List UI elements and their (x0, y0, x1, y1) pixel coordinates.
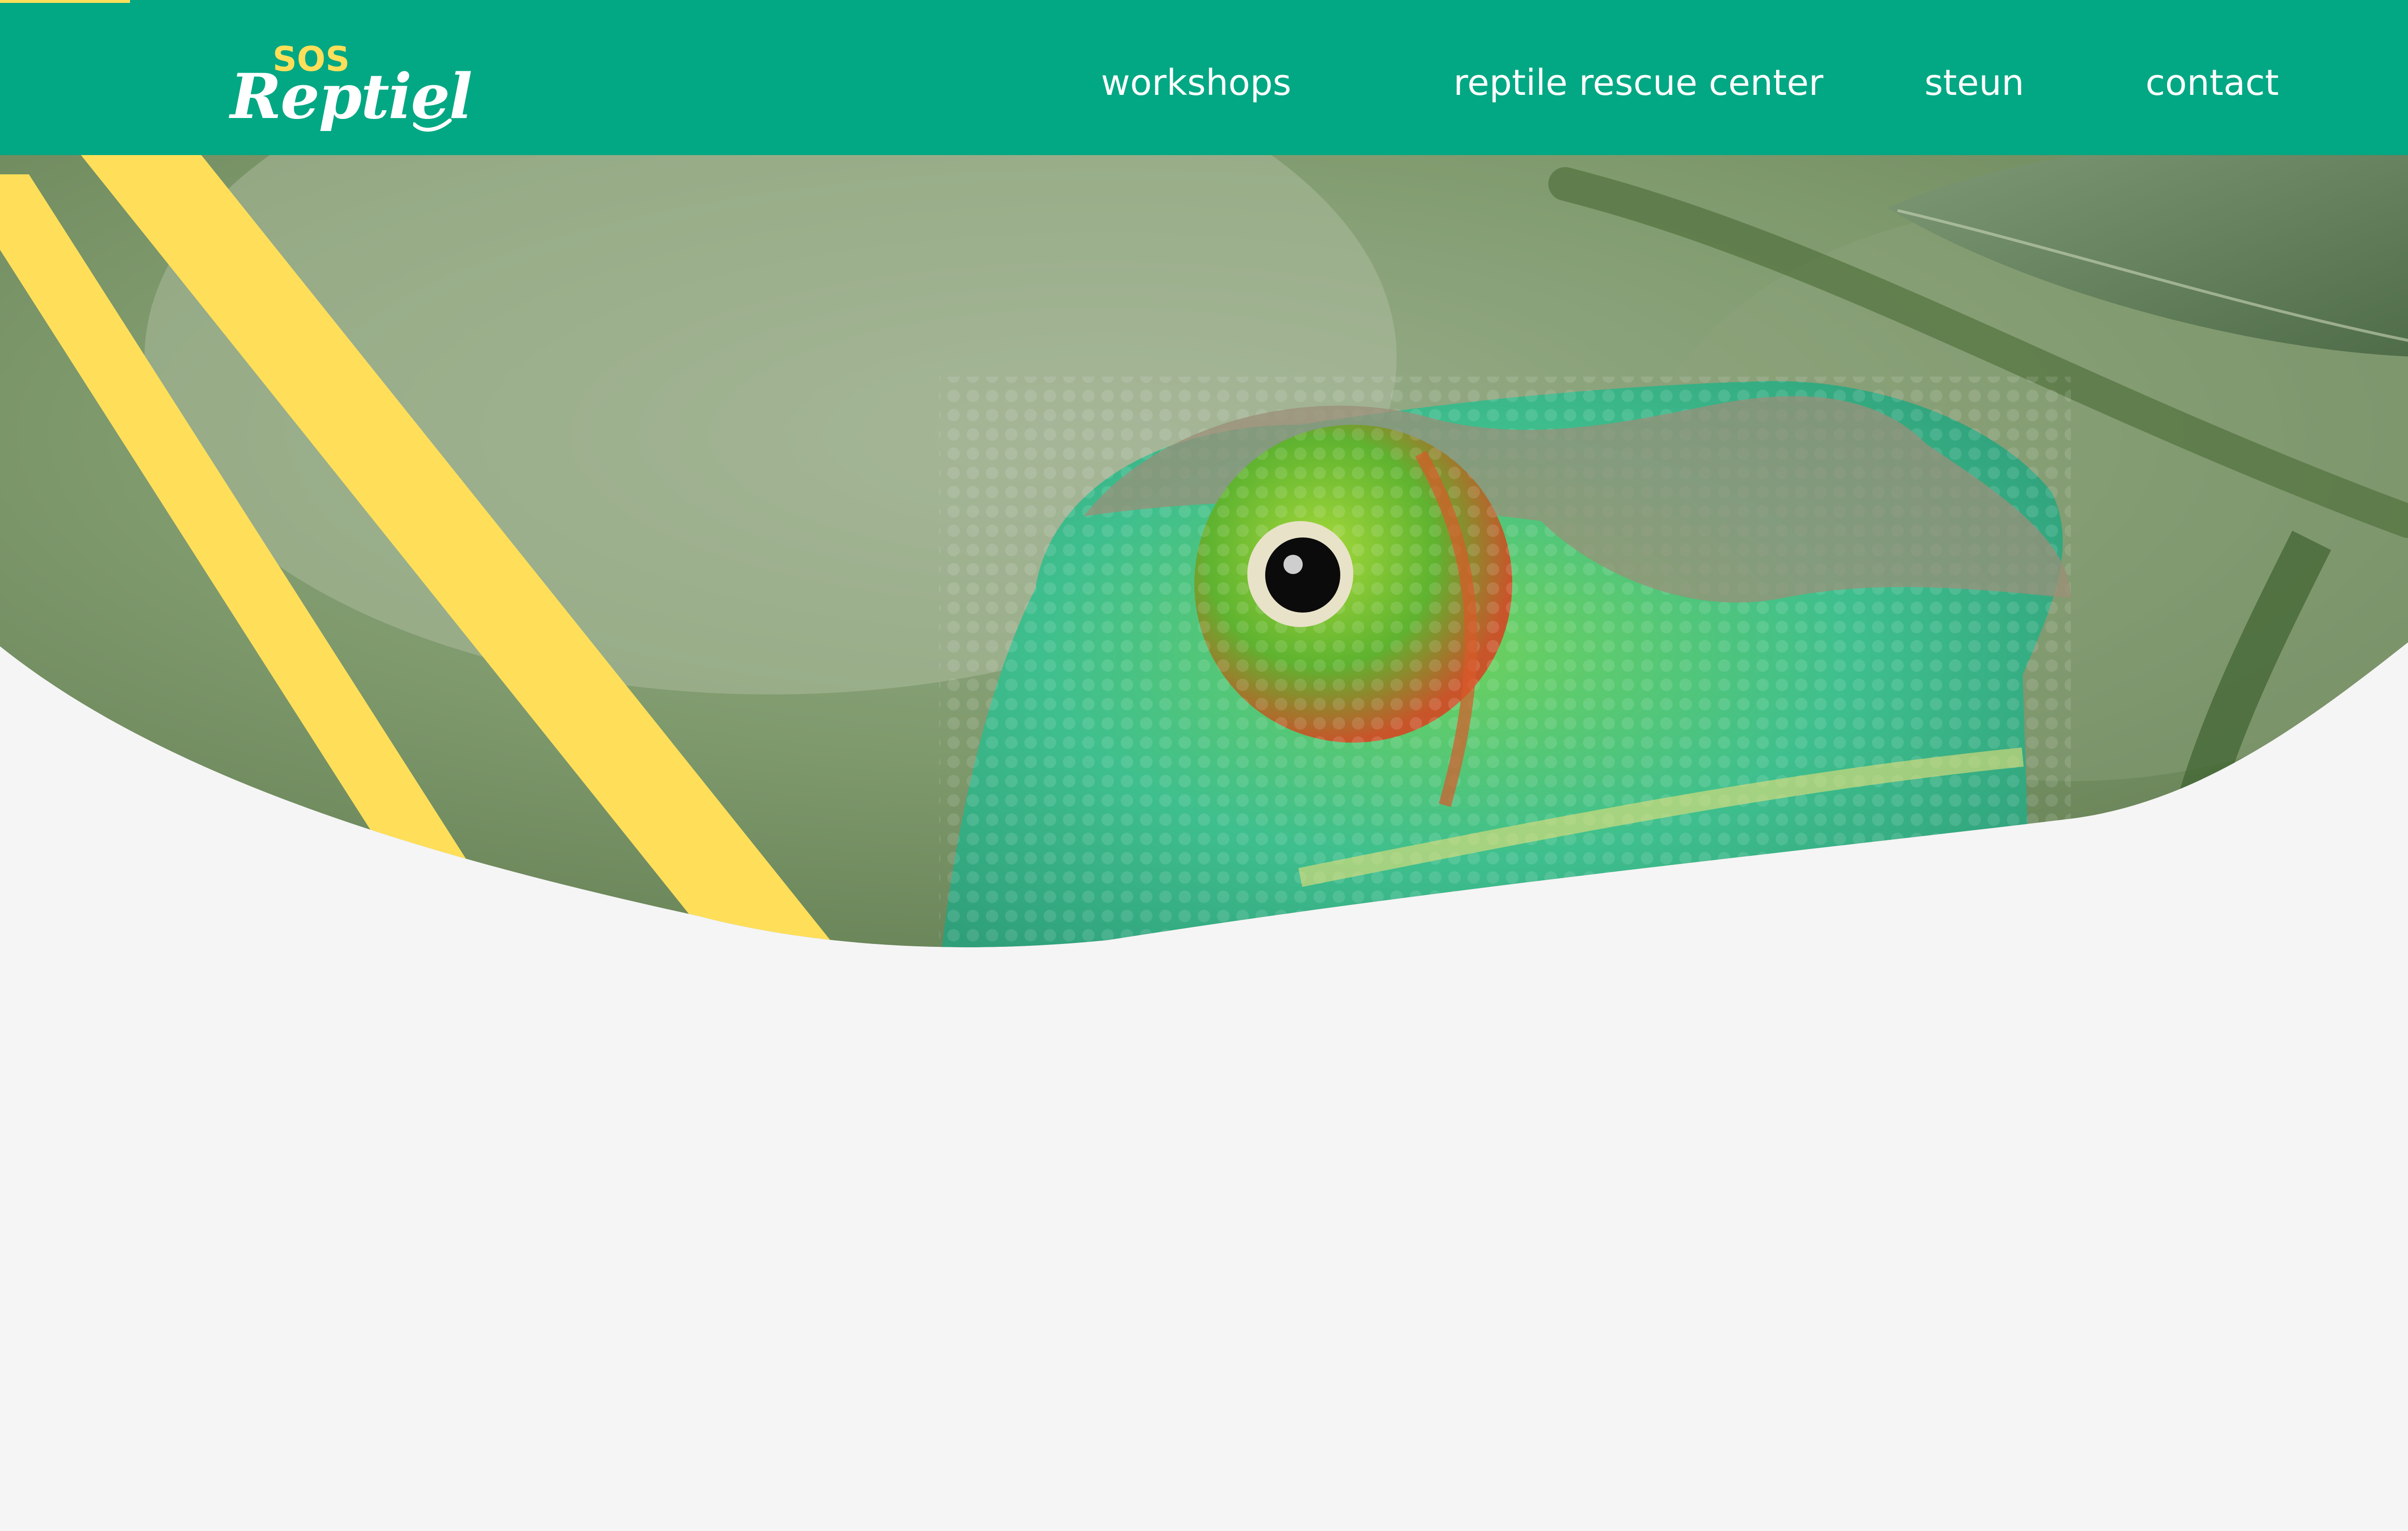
page: SOS Reptiel workshops reptile rescue cen… (0, 0, 2408, 1531)
scroll-progress-bar (0, 0, 130, 3)
chameleon (939, 377, 2071, 947)
site-logo[interactable]: SOS Reptiel (230, 38, 472, 134)
nav-item-contact[interactable]: contact (2146, 54, 2279, 112)
hero-illustration (0, 155, 2408, 947)
nav-item-steun[interactable]: steun (1924, 54, 2024, 112)
hero-banner (0, 155, 2408, 955)
logo-tail-icon (413, 118, 452, 132)
nav-item-reptile-rescue-center[interactable]: reptile rescue center (1453, 54, 1823, 112)
site-header: SOS Reptiel workshops reptile rescue cen… (0, 0, 2408, 155)
nav-item-workshops[interactable]: workshops (1101, 54, 1291, 112)
